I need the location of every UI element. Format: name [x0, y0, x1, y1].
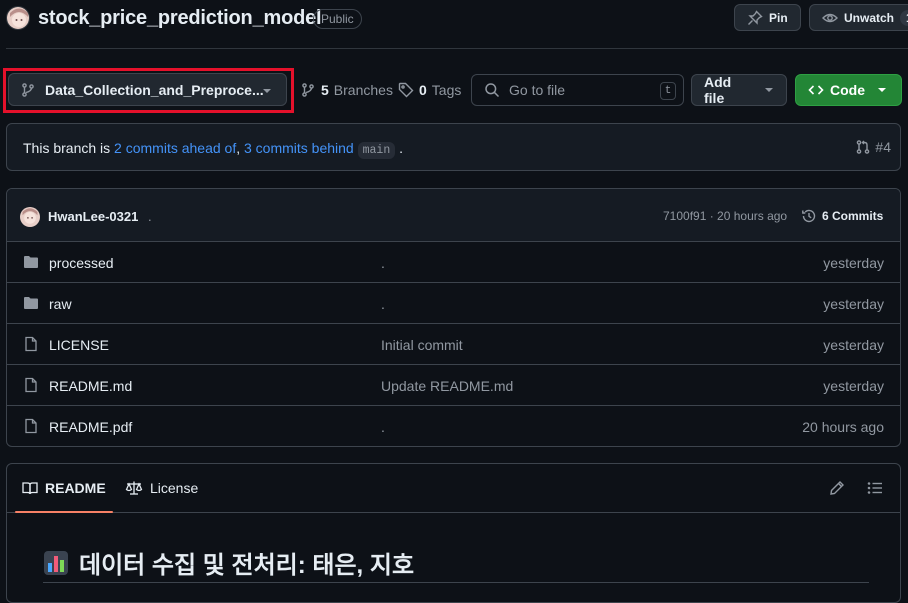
branches-label: Branches: [333, 82, 393, 98]
header-divider: [6, 48, 908, 49]
file-name[interactable]: README.md: [49, 378, 132, 394]
file-commit-message[interactable]: Update README.md: [381, 378, 513, 394]
tag-icon: [398, 82, 414, 98]
heading-divider: [43, 582, 869, 583]
pin-label: Pin: [769, 10, 788, 25]
branches-link[interactable]: 5 Branches: [300, 82, 393, 98]
history-icon: [801, 208, 817, 224]
file-name[interactable]: README.pdf: [49, 419, 132, 435]
file-icon: [23, 336, 39, 352]
code-button[interactable]: Code: [795, 74, 902, 106]
tags-link[interactable]: 0 Tags: [398, 82, 461, 98]
folder-icon: [23, 254, 39, 270]
watch-count: 1: [900, 9, 908, 26]
file-row[interactable]: processed. yesterday: [7, 242, 900, 283]
branch-selector-button[interactable]: Data_Collection_and_Preproce...: [8, 73, 287, 106]
compare-prefix: This branch is: [23, 140, 111, 156]
outline-button[interactable]: [867, 480, 883, 496]
add-file-button[interactable]: Add file: [691, 74, 787, 106]
tab-readme[interactable]: README: [15, 464, 113, 513]
commits-history-link[interactable]: 6 Commits: [801, 208, 883, 224]
commit-author[interactable]: HwanLee-0321: [48, 209, 138, 224]
tab-license[interactable]: License: [125, 464, 198, 512]
tags-count: 0: [419, 82, 427, 98]
latest-commit-header: HwanLee-0321 . 7100f91 · 20 hours ago 6 …: [7, 189, 900, 242]
file-commit-date: 20 hours ago: [802, 419, 884, 435]
file-commit-message[interactable]: .: [381, 255, 385, 271]
repo-header: stock_price_prediction_model Public Pin …: [0, 0, 908, 38]
bar-chart-icon: [43, 550, 69, 576]
file-table: HwanLee-0321 . 7100f91 · 20 hours ago 6 …: [6, 188, 901, 447]
file-row[interactable]: README.md Update README.md yesterday: [7, 365, 900, 406]
list-unordered-icon: [867, 480, 883, 496]
base-branch-pill: main: [357, 142, 396, 159]
chevron-down-icon: [262, 88, 272, 94]
pull-request-number: #4: [875, 139, 891, 155]
code-icon: [808, 82, 824, 98]
file-commit-date: yesterday: [823, 296, 884, 312]
compare-text: This branch is 2 commits ahead of, 3 com…: [23, 140, 403, 159]
pin-icon: [747, 9, 763, 26]
pull-request-link[interactable]: #4: [855, 139, 891, 155]
author-avatar[interactable]: [20, 207, 40, 227]
file-row[interactable]: raw. yesterday: [7, 283, 900, 324]
branch-name: Data_Collection_and_Preproce...: [45, 81, 264, 98]
tab-license-label: License: [150, 480, 199, 496]
search-input[interactable]: [509, 82, 649, 98]
search-icon: [484, 82, 500, 98]
pencil-icon: [829, 480, 845, 496]
folder-icon: [23, 295, 39, 311]
chevron-down-icon: [877, 87, 887, 93]
tab-readme-label: README: [45, 480, 106, 496]
law-icon: [125, 480, 143, 496]
branches-count: 5: [321, 82, 329, 98]
edit-readme-button[interactable]: [829, 480, 845, 496]
go-to-file-search[interactable]: t: [471, 74, 684, 106]
file-name[interactable]: LICENSE: [49, 337, 109, 353]
commits-count: 6 Commits: [822, 209, 884, 223]
file-commit-date: yesterday: [823, 337, 884, 353]
eye-icon: [822, 10, 838, 26]
owner-avatar[interactable]: [6, 6, 30, 30]
file-commit-message[interactable]: .: [381, 419, 385, 435]
branch-compare-banner: This branch is 2 commits ahead of, 3 com…: [6, 123, 901, 171]
file-icon: [23, 377, 39, 393]
file-name[interactable]: processed: [49, 255, 114, 271]
chevron-down-icon: [764, 87, 774, 93]
compare-suffix: .: [399, 140, 403, 156]
file-icon: [23, 418, 39, 434]
file-row[interactable]: README.pdf. 20 hours ago: [7, 406, 900, 446]
tags-label: Tags: [431, 82, 462, 98]
repo-name[interactable]: stock_price_prediction_model: [38, 7, 322, 30]
unwatch-button[interactable]: Unwatch 1: [809, 4, 908, 31]
keyboard-shortcut-hint: t: [660, 82, 676, 100]
visibility-badge: Public: [313, 9, 362, 29]
commits-ahead-link[interactable]: 2 commits ahead of: [114, 140, 236, 156]
readme-heading-text: 데이터 수집 및 전처리: 태은, 지호: [79, 552, 415, 579]
commits-behind-link[interactable]: 3 commits behind: [244, 140, 354, 156]
book-icon: [22, 480, 38, 496]
file-commit-date: yesterday: [823, 378, 884, 394]
git-branch-icon: [300, 82, 316, 98]
readme-heading: 데이터 수집 및 전처리: 태은, 지호: [43, 545, 414, 580]
unwatch-label: Unwatch: [844, 10, 895, 25]
code-label: Code: [830, 82, 865, 98]
pin-button[interactable]: Pin: [734, 4, 801, 31]
file-commit-message[interactable]: Initial commit: [381, 337, 463, 353]
file-row[interactable]: LICENSE Initial commit yesterday: [7, 324, 900, 365]
readme-panel: README License 데이터 수집 및 전처리: 태은, 지호: [6, 463, 901, 603]
commit-hash-time[interactable]: 7100f91 · 20 hours ago: [663, 209, 787, 223]
add-file-label: Add file: [704, 74, 732, 106]
file-commit-message[interactable]: .: [381, 296, 385, 312]
git-pull-request-icon: [855, 139, 871, 155]
commit-message[interactable]: .: [148, 209, 152, 224]
file-name[interactable]: raw: [49, 296, 72, 312]
file-commit-date: yesterday: [823, 255, 884, 271]
compare-separator: ,: [236, 140, 241, 156]
git-branch-icon: [20, 82, 36, 98]
readme-tabs: README License: [7, 464, 900, 513]
